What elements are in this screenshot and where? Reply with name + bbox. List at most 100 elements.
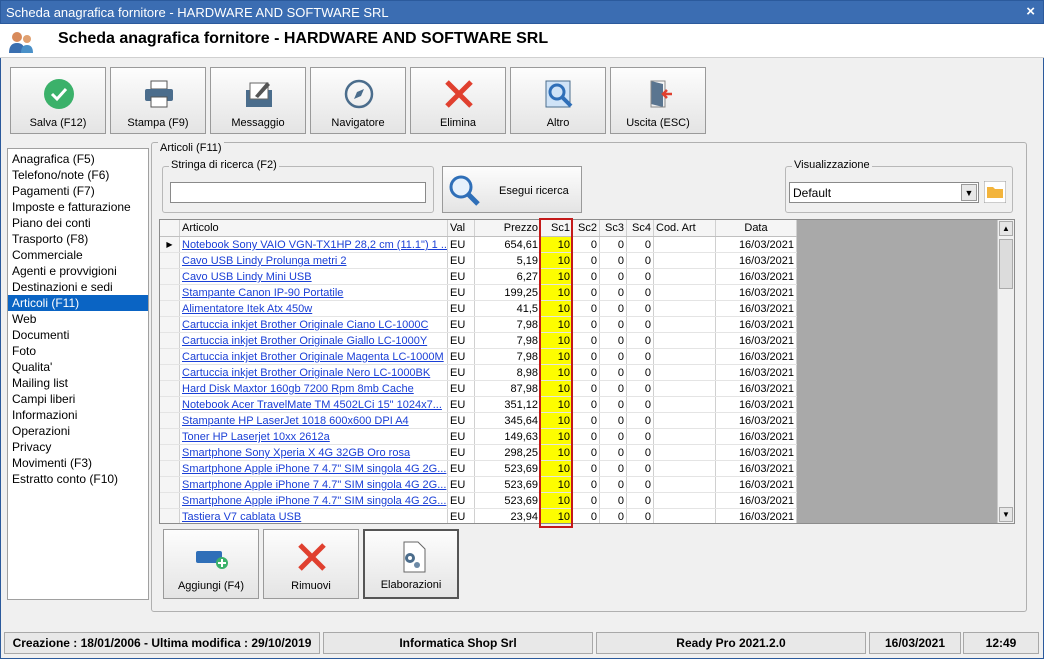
search-input[interactable]: [170, 182, 426, 203]
table-row[interactable]: Smartphone Apple iPhone 7 4.7" SIM singo…: [160, 461, 797, 477]
row-selector[interactable]: [160, 509, 180, 523]
column-header[interactable]: Sc1: [541, 220, 573, 236]
table-row[interactable]: Toner HP Laserjet 10xx 2612a EU 149,63 10 0 0…: [160, 429, 797, 445]
row-selector[interactable]: [160, 349, 180, 364]
row-selector[interactable]: [160, 269, 180, 284]
table-row[interactable]: Smartphone Apple iPhone 7 4.7" SIM singo…: [160, 493, 797, 509]
sidebar-item[interactable]: Anagrafica (F5): [8, 151, 148, 167]
article-link[interactable]: Cartuccia inkjet Brother Originale Magen…: [180, 349, 448, 364]
article-link[interactable]: Toner HP Laserjet 10xx 2612a: [180, 429, 448, 444]
row-selector[interactable]: [160, 445, 180, 460]
article-link[interactable]: Stampante Canon IP-90 Portatile: [180, 285, 448, 300]
sidebar-item[interactable]: Agenti e provvigioni: [8, 263, 148, 279]
sidebar-item[interactable]: Commerciale: [8, 247, 148, 263]
article-link[interactable]: Cartuccia inkjet Brother Originale Nero …: [180, 365, 448, 380]
sidebar-item[interactable]: Mailing list: [8, 375, 148, 391]
row-selector[interactable]: [160, 317, 180, 332]
column-header[interactable]: Val: [448, 220, 475, 236]
table-row[interactable]: Cavo USB Lindy Mini USB EU 6,27 10 0 0 0 16/03/…: [160, 269, 797, 285]
table-row[interactable]: Cavo USB Lindy Prolunga metri 2 EU 5,19 10 0…: [160, 253, 797, 269]
row-selector[interactable]: [160, 333, 180, 348]
sidebar-item[interactable]: Telefono/note (F6): [8, 167, 148, 183]
sidebar-item[interactable]: Movimenti (F3): [8, 455, 148, 471]
table-row[interactable]: Tastiera V7 cablata USB EU 23,94 10 0 0 0 16/03…: [160, 509, 797, 523]
table-row[interactable]: Alimentatore Itek Atx 450w EU 41,5 10 0 0 0 16/…: [160, 301, 797, 317]
sidebar-item[interactable]: Documenti: [8, 327, 148, 343]
row-selector[interactable]: [160, 365, 180, 380]
sidebar-item[interactable]: Destinazioni e sedi: [8, 279, 148, 295]
sidebar-item[interactable]: Qualita': [8, 359, 148, 375]
table-row[interactable]: Cartuccia inkjet Brother Originale Nero …: [160, 365, 797, 381]
exit-button[interactable]: Uscita (ESC): [610, 67, 706, 134]
sidebar-item[interactable]: Articoli (F11): [8, 295, 148, 311]
folder-icon[interactable]: [984, 181, 1006, 203]
row-selector[interactable]: [160, 397, 180, 412]
row-selector[interactable]: ▶: [160, 237, 180, 252]
more-button[interactable]: Altro: [510, 67, 606, 134]
table-row[interactable]: Cartuccia inkjet Brother Originale Magen…: [160, 349, 797, 365]
row-selector[interactable]: [160, 493, 180, 508]
article-link[interactable]: Smartphone Apple iPhone 7 4.7" SIM singo…: [180, 493, 448, 508]
chevron-down-icon[interactable]: ▼: [961, 184, 977, 201]
close-button[interactable]: ×: [1026, 3, 1035, 20]
delete-button[interactable]: Elimina: [410, 67, 506, 134]
row-selector[interactable]: [160, 429, 180, 444]
sidebar-item[interactable]: Foto: [8, 343, 148, 359]
table-row[interactable]: Stampante Canon IP-90 Portatile EU 199,25 1…: [160, 285, 797, 301]
table-row[interactable]: Smartphone Sony Xperia X 4G 32GB Oro ros…: [160, 445, 797, 461]
article-link[interactable]: Cavo USB Lindy Mini USB: [180, 269, 448, 284]
row-selector[interactable]: [160, 477, 180, 492]
sidebar-item[interactable]: Operazioni: [8, 423, 148, 439]
article-link[interactable]: Notebook Acer TravelMate TM 4502LCi 15" …: [180, 397, 448, 412]
column-header[interactable]: Articolo: [180, 220, 448, 236]
view-select[interactable]: Default ▼: [789, 182, 979, 203]
article-link[interactable]: Smartphone Apple iPhone 7 4.7" SIM singo…: [180, 477, 448, 492]
column-header[interactable]: Cod. Art: [654, 220, 716, 236]
table-row[interactable]: Cartuccia inkjet Brother Originale Giall…: [160, 333, 797, 349]
navigator-button[interactable]: Navigatore: [310, 67, 406, 134]
table-row[interactable]: Smartphone Apple iPhone 7 4.7" SIM singo…: [160, 477, 797, 493]
processing-button[interactable]: Elaborazioni: [363, 529, 459, 599]
sidebar-item[interactable]: Privacy: [8, 439, 148, 455]
row-selector[interactable]: [160, 285, 180, 300]
row-selector[interactable]: [160, 413, 180, 428]
article-link[interactable]: Cartuccia inkjet Brother Originale Giall…: [180, 333, 448, 348]
row-selector[interactable]: [160, 381, 180, 396]
article-link[interactable]: Notebook Sony VAIO VGN-TX1HP 28,2 cm (11…: [180, 237, 448, 252]
add-button[interactable]: Aggiungi (F4): [163, 529, 259, 599]
column-header[interactable]: Prezzo: [475, 220, 541, 236]
sidebar-item[interactable]: Web: [8, 311, 148, 327]
sidebar-item[interactable]: Imposte e fatturazione: [8, 199, 148, 215]
article-link[interactable]: Cavo USB Lindy Prolunga metri 2: [180, 253, 448, 268]
sidebar-item[interactable]: Trasporto (F8): [8, 231, 148, 247]
article-link[interactable]: Hard Disk Maxtor 160gb 7200 Rpm 8mb Cach…: [180, 381, 448, 396]
sidebar-item[interactable]: Estratto conto (F10): [8, 471, 148, 487]
column-header[interactable]: Sc3: [600, 220, 627, 236]
table-row[interactable]: Notebook Acer TravelMate TM 4502LCi 15" …: [160, 397, 797, 413]
article-link[interactable]: Tastiera V7 cablata USB: [180, 509, 448, 523]
print-button[interactable]: Stampa (F9): [110, 67, 206, 134]
scroll-thumb[interactable]: [999, 239, 1013, 289]
row-selector[interactable]: [160, 461, 180, 476]
scroll-up-arrow[interactable]: ▲: [999, 221, 1013, 236]
remove-button[interactable]: Rimuovi: [263, 529, 359, 599]
article-link[interactable]: Smartphone Sony Xperia X 4G 32GB Oro ros…: [180, 445, 448, 460]
scroll-down-arrow[interactable]: ▼: [999, 507, 1013, 522]
column-header[interactable]: Data: [716, 220, 797, 236]
article-link[interactable]: Smartphone Apple iPhone 7 4.7" SIM singo…: [180, 461, 448, 476]
article-link[interactable]: Alimentatore Itek Atx 450w: [180, 301, 448, 316]
search-button[interactable]: Esegui ricerca: [442, 166, 582, 213]
article-link[interactable]: Cartuccia inkjet Brother Originale Ciano…: [180, 317, 448, 332]
row-selector[interactable]: [160, 301, 180, 316]
save-button[interactable]: Salva (F12): [10, 67, 106, 134]
row-selector[interactable]: [160, 253, 180, 268]
table-row[interactable]: Hard Disk Maxtor 160gb 7200 Rpm 8mb Cach…: [160, 381, 797, 397]
article-link[interactable]: Stampante HP LaserJet 1018 600x600 DPI A…: [180, 413, 448, 428]
vertical-scrollbar[interactable]: ▲ ▼: [997, 220, 1014, 523]
sidebar-item[interactable]: Campi liberi: [8, 391, 148, 407]
sidebar-item[interactable]: Pagamenti (F7): [8, 183, 148, 199]
message-button[interactable]: Messaggio: [210, 67, 306, 134]
table-row[interactable]: Stampante HP LaserJet 1018 600x600 DPI A…: [160, 413, 797, 429]
table-row[interactable]: Cartuccia inkjet Brother Originale Ciano…: [160, 317, 797, 333]
column-header[interactable]: Sc4: [627, 220, 654, 236]
